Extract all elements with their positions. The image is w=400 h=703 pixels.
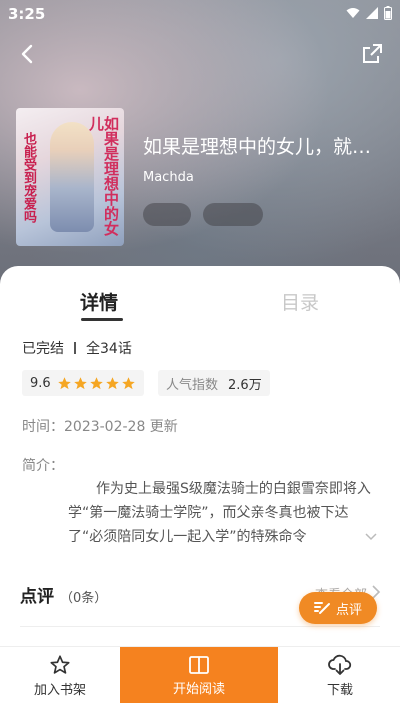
rating-value: 9.6 — [30, 375, 51, 391]
tag-list — [143, 203, 263, 226]
start-reading-label: 开始阅读 — [172, 681, 225, 697]
arrow-left-icon — [21, 44, 33, 64]
download-button[interactable]: 下载 — [300, 647, 380, 703]
star-icon — [105, 376, 119, 389]
back-button[interactable] — [14, 40, 42, 68]
review-section-title: 点评 （0条） — [20, 582, 107, 607]
tab-detail[interactable]: 详情 — [80, 288, 118, 315]
completion-status: 已完结 — [22, 341, 64, 357]
popularity-badge: 人气指数 2.6万 — [158, 370, 270, 396]
status-time: 3:25 — [8, 5, 46, 23]
star-icon — [89, 376, 103, 389]
author-name[interactable]: Machda — [143, 170, 194, 185]
popularity-value: 2.6万 — [228, 377, 262, 393]
serial-status: 已完结 全34话 — [22, 338, 132, 358]
star-icon — [73, 376, 87, 389]
intro-text[interactable]: 作为史上最强S级魔法骑士的白銀雪奈即将入学“第一魔法骑士学院”，而父亲冬真也被下… — [68, 477, 378, 549]
popularity-label: 人气指数 — [166, 377, 219, 393]
expand-intro-button[interactable] — [364, 526, 378, 545]
tab-toc[interactable]: 目录 — [281, 288, 319, 315]
chapter-count: 全34话 — [86, 341, 132, 357]
review-count: （0条） — [60, 591, 108, 606]
cloud-download-icon — [328, 654, 352, 675]
write-review-button[interactable]: 点评 — [299, 592, 377, 624]
detail-panel: 详情 目录 已完结 全34话 9.6 人气指数 2.6万 时间：2023-02-… — [0, 266, 400, 703]
wifi-icon — [346, 8, 360, 18]
write-review-label: 点评 — [335, 602, 362, 618]
edit-icon — [313, 602, 330, 614]
add-to-shelf-button[interactable]: 加入书架 — [20, 647, 100, 703]
review-title-label: 点评 — [20, 587, 54, 607]
rating-badge: 9.6 — [22, 370, 144, 396]
star-outline-icon — [50, 654, 70, 674]
signal-icon — [366, 7, 378, 19]
divider — [20, 626, 380, 627]
book-title: 如果是理想中的女儿，就… — [143, 136, 372, 158]
book-open-icon — [189, 655, 209, 674]
book-cover: 如果是理想中的女儿 也能受到宠爱吗 — [16, 108, 124, 246]
download-label: 下载 — [326, 682, 353, 698]
tab-bar: 详情 目录 — [0, 288, 400, 328]
add-to-shelf-label: 加入书架 — [33, 682, 86, 698]
genre-tag[interactable] — [203, 203, 263, 226]
star-icon — [121, 376, 135, 389]
header-background: 3:25 如果是理想中的女儿 也能受到宠爱吗 如果是理想中的女儿，就… Mach… — [0, 0, 400, 300]
status-bar: 3:25 — [0, 0, 400, 28]
battery-icon — [384, 6, 392, 20]
star-icon — [57, 376, 71, 389]
share-button[interactable] — [358, 40, 386, 68]
star-rating — [57, 376, 136, 391]
update-time: 时间：2023-02-28 更新 — [22, 419, 178, 435]
separator — [74, 342, 76, 354]
chevron-down-icon — [365, 533, 377, 541]
start-reading-button[interactable]: 开始阅读 — [120, 647, 278, 703]
status-icons — [346, 6, 392, 20]
tab-indicator — [81, 318, 123, 321]
bottom-action-bar: 加入书架 开始阅读 下载 — [0, 646, 400, 703]
share-icon — [363, 44, 382, 63]
genre-tag[interactable] — [143, 203, 191, 226]
cover-subtitle: 也能受到宠爱吗 — [21, 132, 36, 223]
cover-title: 如果是理想中的女儿 — [87, 116, 120, 236]
intro-label: 简介： — [22, 458, 64, 474]
